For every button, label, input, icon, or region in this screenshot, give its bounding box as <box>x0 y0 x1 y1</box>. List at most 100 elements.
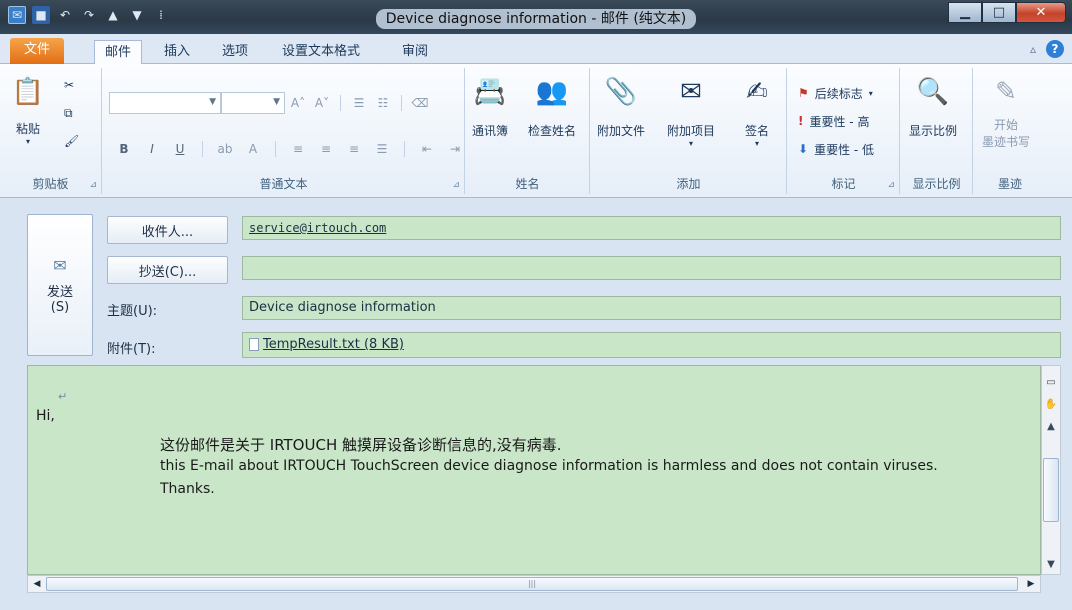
check-names-label: 检查姓名 <box>528 124 577 138</box>
address-book-button[interactable]: 📇 通讯簿 <box>472 76 508 139</box>
paste-button[interactable]: 📋 粘贴 ▾ <box>12 76 44 146</box>
tab-message[interactable]: 邮件 <box>94 40 143 64</box>
vertical-scroll-thumb[interactable] <box>1043 458 1059 522</box>
close-button[interactable]: ✕ <box>1016 2 1066 23</box>
format-painter-icon[interactable]: 🖌 <box>64 130 79 152</box>
pen-icon: ✎ <box>995 77 1017 107</box>
increase-indent-icon[interactable]: ⇥ <box>446 142 464 156</box>
font-name-combo[interactable]: ▼ <box>109 92 221 114</box>
follow-up-button[interactable]: ⚑ 后续标志 ▾ <box>798 82 873 104</box>
attachment-label: 附件(T): <box>107 342 156 357</box>
clipboard-launcher-icon[interactable]: ⊿ <box>89 180 97 190</box>
check-names-icon: 👥 <box>535 77 569 107</box>
window-title: Device diagnose information - 邮件 (纯文本) <box>0 8 1072 29</box>
hand-icon[interactable]: ✋ <box>1043 396 1059 412</box>
signature-button[interactable]: ✍ 签名 ▾ <box>741 76 773 148</box>
group-names-label: 姓名 <box>515 177 540 191</box>
thanks-text: Thanks. <box>160 481 215 497</box>
group-include-label: 添加 <box>676 177 701 191</box>
signature-dropdown-icon: ▾ <box>754 139 759 148</box>
attach-file-button[interactable]: 📎 附加文件 <box>597 76 645 139</box>
vertical-scrollbar[interactable]: ▭ ✋ ▲ ▼ <box>1041 365 1061 575</box>
low-importance-button[interactable]: ⬇ 重要性 - 低 <box>798 138 874 160</box>
tab-format-text[interactable]: 设置文本格式 <box>272 40 370 64</box>
attachment-field[interactable]: TempResult.txt (8 KB) <box>242 332 1061 358</box>
scroll-down-icon[interactable]: ▼ <box>1043 556 1059 572</box>
decrease-indent-icon[interactable]: ⇤ <box>418 142 436 156</box>
send-label: 发送 <box>46 284 73 300</box>
align-center-icon[interactable]: ≡ <box>317 142 335 156</box>
basic-text-launcher-icon[interactable]: ⊿ <box>452 180 460 190</box>
paragraph-mark: ↵ <box>58 390 68 403</box>
send-button[interactable]: ✉ 发送 (S) <box>27 214 93 356</box>
down-arrow-icon: ⬇ <box>798 142 809 156</box>
tab-review[interactable]: 审阅 <box>392 40 438 64</box>
paperclip-icon: 📎 <box>604 77 638 107</box>
group-tags-label: 标记 <box>831 177 856 191</box>
attach-file-label: 附加文件 <box>597 124 646 138</box>
group-basic-text-label: 普通文本 <box>259 177 308 191</box>
attachment-link[interactable]: TempResult.txt (8 KB) <box>263 337 404 352</box>
to-field[interactable]: service@irtouch.com <box>242 216 1061 240</box>
font-size-combo[interactable]: ▼ <box>221 92 285 114</box>
subject-field[interactable]: Device diagnose information <box>242 296 1061 320</box>
tab-file[interactable]: 文件 <box>10 38 64 64</box>
justify-icon[interactable]: ☰ <box>373 142 391 156</box>
help-icon[interactable]: ? <box>1046 40 1064 58</box>
attach-item-label: 附加项目 <box>667 124 716 138</box>
cc-field[interactable] <box>242 256 1061 280</box>
body-line-chinese: 这份邮件是关于 IRTOUCH 触摸屏设备诊断信息的,没有病毒. <box>160 436 562 454</box>
split-icon[interactable]: ▭ <box>1043 374 1059 390</box>
group-clipboard-label: 剪贴板 <box>32 177 69 191</box>
ribbon: 📋 粘贴 ▾ ✂ ⧉ 🖌 剪贴板 ⊿ ▼ ▼ A˄ A˅ ☰ ☷ ⌫ B I U… <box>0 64 1072 198</box>
group-zoom: 🔍 显示比例 显示比例 <box>901 68 973 194</box>
underline-icon[interactable]: U <box>171 142 189 156</box>
group-ink-label: 墨迹 <box>997 177 1022 191</box>
italic-icon[interactable]: I <box>143 142 161 156</box>
cc-button[interactable]: 抄送(C)... <box>107 256 228 284</box>
numbering-icon[interactable]: ☷ <box>374 96 392 110</box>
minimize-ribbon-icon[interactable]: ▵ <box>1030 42 1036 56</box>
paste-dropdown-icon: ▾ <box>25 137 30 146</box>
align-right-icon[interactable]: ≡ <box>345 142 363 156</box>
cut-icon[interactable]: ✂ <box>64 74 74 96</box>
group-zoom-label: 显示比例 <box>912 177 961 191</box>
message-body[interactable]: ↵ Hi, 这份邮件是关于 IRTOUCH 触摸屏设备诊断信息的,没有病毒. t… <box>27 365 1041 575</box>
scroll-up-icon[interactable]: ▲ <box>1043 418 1059 434</box>
maximize-button[interactable]: □ <box>982 2 1016 23</box>
magnifier-icon: 🔍 <box>916 77 950 107</box>
grow-font-icon[interactable]: A˄ <box>289 96 307 110</box>
send-shortcut: (S) <box>50 299 70 315</box>
tags-launcher-icon[interactable]: ⊿ <box>887 180 895 190</box>
ribbon-tabs: 文件 邮件 插入 选项 设置文本格式 审阅 ▵ ? <box>0 34 1072 64</box>
copy-icon[interactable]: ⧉ <box>64 102 73 124</box>
bullets-icon[interactable]: ☰ <box>350 96 368 110</box>
shrink-font-icon[interactable]: A˅ <box>313 96 331 110</box>
flag-icon: ⚑ <box>798 86 809 100</box>
title-bar: ✉ ■ ↶ ↷ ▲ ▼ ⁞ Device diagnose informatio… <box>0 0 1072 34</box>
paste-icon: 📋 <box>11 77 45 107</box>
font-color-icon[interactable]: A <box>244 142 262 156</box>
follow-up-dropdown-icon: ▾ <box>868 88 873 98</box>
scroll-right-icon[interactable]: ▶ <box>1023 577 1039 591</box>
minimize-button[interactable]: ▁ <box>948 2 982 23</box>
clear-format-icon[interactable]: ⌫ <box>411 96 429 110</box>
highlight-icon[interactable]: ab <box>216 142 234 156</box>
horizontal-scroll-thumb[interactable]: ||| <box>46 577 1018 591</box>
start-inking-button[interactable]: ✎ 开始 墨迹书写 <box>982 76 1030 150</box>
horizontal-scrollbar[interactable]: ◀ ||| ▶ <box>27 575 1041 593</box>
high-importance-button[interactable]: ! 重要性 - 高 <box>798 110 869 132</box>
address-book-label: 通讯簿 <box>472 124 509 138</box>
tab-options[interactable]: 选项 <box>212 40 258 64</box>
to-button[interactable]: 收件人... <box>107 216 228 244</box>
tab-insert[interactable]: 插入 <box>154 40 200 64</box>
scroll-left-icon[interactable]: ◀ <box>29 577 45 591</box>
subject-label: 主题(U): <box>107 304 158 319</box>
check-names-button[interactable]: 👥 检查姓名 <box>528 76 576 139</box>
signature-label: 签名 <box>744 124 769 138</box>
address-book-icon: 📇 <box>473 77 507 107</box>
zoom-button[interactable]: 🔍 显示比例 <box>909 76 957 139</box>
bold-icon[interactable]: B <box>115 142 133 156</box>
attach-item-button[interactable]: ✉ 附加项目 ▾ <box>667 76 715 148</box>
align-left-icon[interactable]: ≡ <box>289 142 307 156</box>
